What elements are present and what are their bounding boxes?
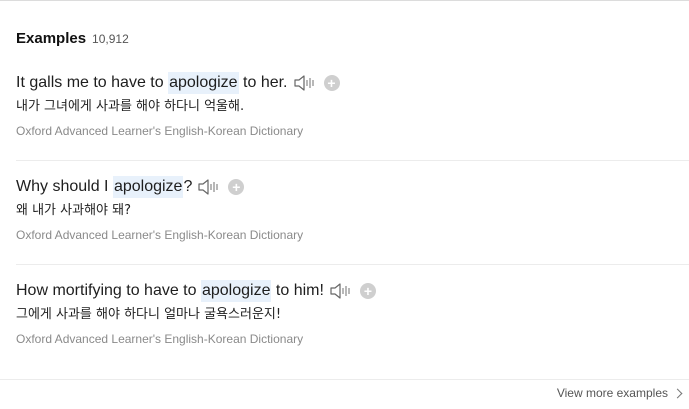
speaker-icon[interactable]: [293, 73, 317, 93]
sentence-text: to her.: [238, 74, 288, 91]
highlighted-word[interactable]: apologize: [112, 176, 184, 198]
translation-ko: 내가 그녀에게 사과를 해야 하다니 억울해.: [16, 99, 245, 114]
example-source[interactable]: Oxford Advanced Learner's English-Korean…: [16, 123, 689, 139]
example-item: It galls me to have to apologize to her.…: [0, 56, 689, 160]
translation-ko: 그에게 사과를 해야 하다니 얼마나 굴욕스러운지!: [16, 307, 282, 322]
chevron-right-icon: [672, 388, 683, 398]
example-sentence: Why should I apologize ? +: [16, 176, 689, 198]
example-item: Why should I apologize ? + 왜 내가 사과해야 돼? …: [0, 160, 689, 264]
add-to-wordlist-icon[interactable]: +: [228, 179, 245, 195]
sentence-text: Why should I: [16, 178, 113, 195]
add-to-wordlist-icon[interactable]: +: [359, 283, 376, 299]
examples-count: 10,912: [92, 32, 129, 46]
top-divider: [0, 0, 689, 1]
speaker-icon[interactable]: [329, 281, 353, 301]
section-title: Examples: [16, 30, 87, 47]
sentence-text: It galls me to have to: [16, 74, 169, 91]
sentence-text: How mortifying to have to: [16, 282, 201, 299]
example-source[interactable]: Oxford Advanced Learner's English-Korean…: [16, 227, 689, 243]
sentence-text: to him!: [271, 282, 324, 299]
add-to-wordlist-icon[interactable]: +: [323, 75, 340, 91]
examples-header: Examples 10,912: [16, 30, 129, 47]
example-item: How mortifying to have to apologize to h…: [0, 264, 689, 368]
example-sentence: How mortifying to have to apologize to h…: [16, 280, 689, 302]
sentence-text: ?: [183, 178, 193, 195]
examples-list: It galls me to have to apologize to her.…: [0, 56, 689, 368]
highlighted-word[interactable]: apologize: [168, 72, 239, 94]
example-source[interactable]: Oxford Advanced Learner's English-Korean…: [16, 331, 689, 347]
speaker-icon[interactable]: [197, 177, 221, 197]
example-sentence: It galls me to have to apologize to her.…: [16, 72, 689, 94]
translation-ko: 왜 내가 사과해야 돼?: [16, 203, 131, 218]
bottom-divider: [0, 379, 689, 380]
view-more-link[interactable]: View more examples: [556, 386, 683, 400]
view-more-label: View more examples: [556, 386, 668, 400]
highlighted-word[interactable]: apologize: [200, 280, 272, 302]
